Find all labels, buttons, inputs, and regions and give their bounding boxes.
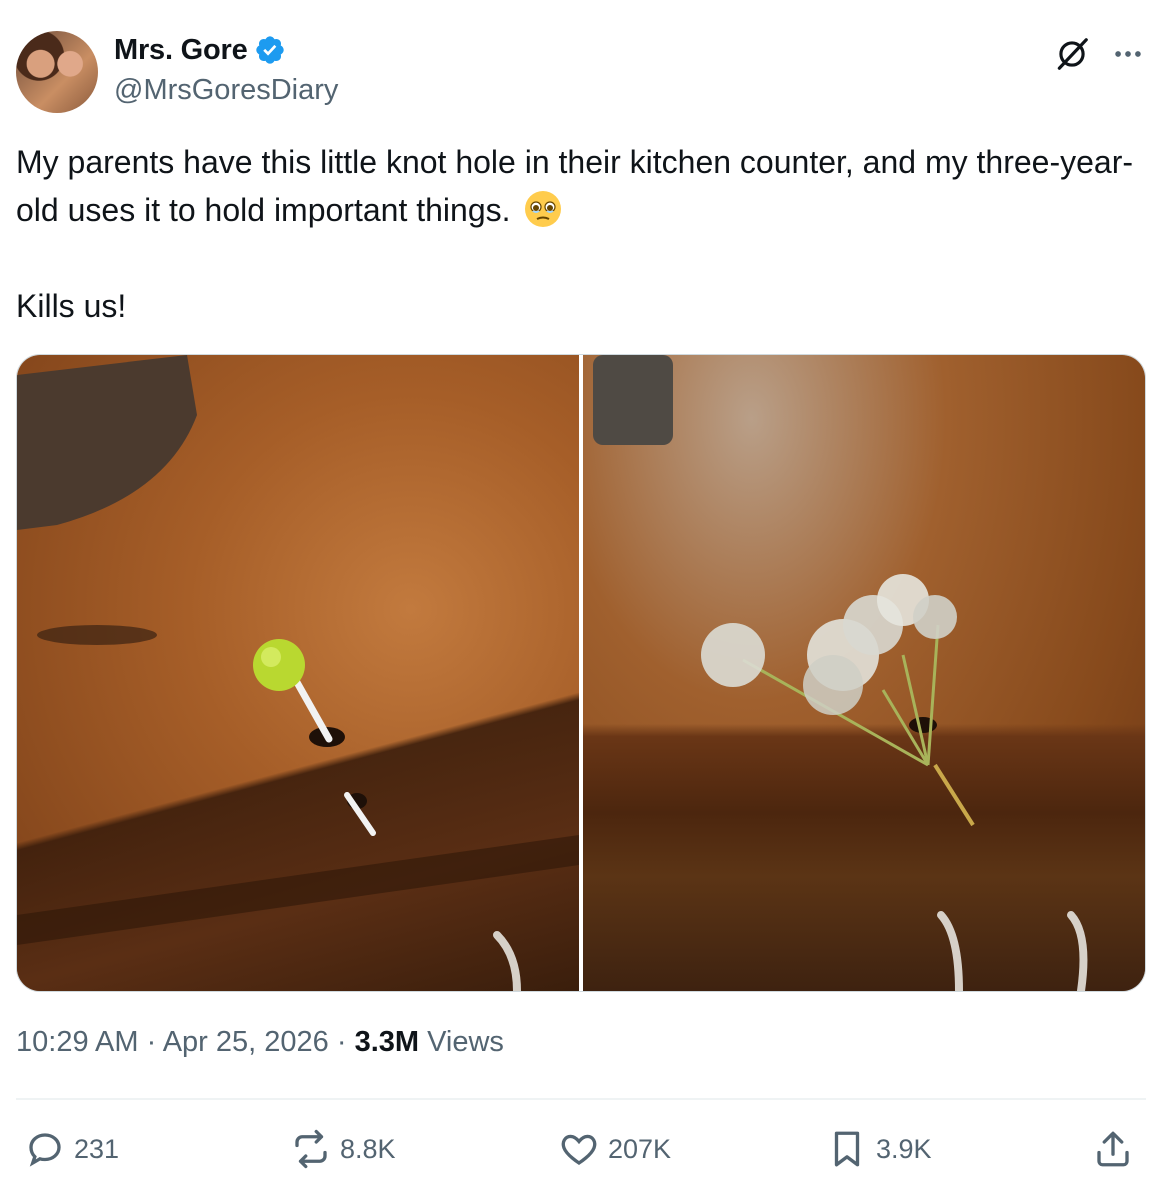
tweet-date[interactable]: Apr 25, 2026: [163, 1026, 329, 1058]
bookmark-count: 3.9K: [876, 1133, 932, 1164]
tweet-timestamp[interactable]: 10:29 AM · Apr 25, 2026 · 3.3M Views: [16, 1026, 504, 1059]
repost-button[interactable]: 8.8K: [290, 1128, 396, 1170]
share-button[interactable]: [1092, 1128, 1134, 1170]
verified-badge-icon: [255, 36, 284, 64]
action-bar: 231 8.8K 207K 3.9K: [0, 1120, 1162, 1176]
dandelions-photo-drawing: [593, 355, 1088, 991]
reply-bubble-icon: [29, 1133, 61, 1167]
share-upload-icon: [1097, 1131, 1129, 1167]
repost-count: 8.8K: [340, 1133, 396, 1164]
bookmark-button[interactable]: 3.9K: [826, 1128, 932, 1170]
like-button[interactable]: 207K: [558, 1128, 671, 1170]
tweet-text: My parents have this little knot hole in…: [16, 138, 1136, 330]
display-name[interactable]: Mrs. Gore: [114, 34, 248, 67]
bookmark-icon: [834, 1131, 860, 1167]
more-options-button[interactable]: [1106, 32, 1150, 76]
views-label: Views: [419, 1026, 504, 1058]
meta-separator: ·: [328, 1026, 355, 1058]
like-count: 207K: [608, 1133, 672, 1164]
grok-button[interactable]: [1050, 32, 1094, 76]
views-count: 3.3M: [354, 1026, 420, 1058]
lollipop-photo-drawing: [17, 355, 579, 991]
grok-slash-circle-icon: [1057, 38, 1088, 70]
tweet-line-1: My parents have this little knot hole in…: [16, 138, 1136, 234]
author-handle[interactable]: @MrsGoresDiary: [114, 74, 338, 107]
reply-count: 231: [74, 1133, 120, 1164]
face-holding-back-tears-emoji-icon: [525, 191, 562, 227]
heart-icon: [561, 1134, 597, 1165]
media-grid[interactable]: [16, 354, 1146, 992]
tweet-line-2: Kills us!: [16, 288, 127, 324]
repost-arrows-icon: [295, 1129, 327, 1169]
author-name-row[interactable]: Mrs. Gore: [114, 32, 286, 68]
avatar[interactable]: [16, 31, 98, 113]
photo-lollipop[interactable]: [17, 355, 579, 991]
photo-dandelions[interactable]: [583, 355, 1145, 991]
tweet-time[interactable]: 10:29 AM: [16, 1026, 139, 1058]
more-dots-icon: [1115, 51, 1141, 57]
meta-separator: ·: [138, 1026, 163, 1058]
tweet-body: My parents have this little knot hole in…: [16, 144, 1133, 228]
divider: [16, 1098, 1146, 1100]
reply-button[interactable]: 231: [24, 1128, 119, 1170]
